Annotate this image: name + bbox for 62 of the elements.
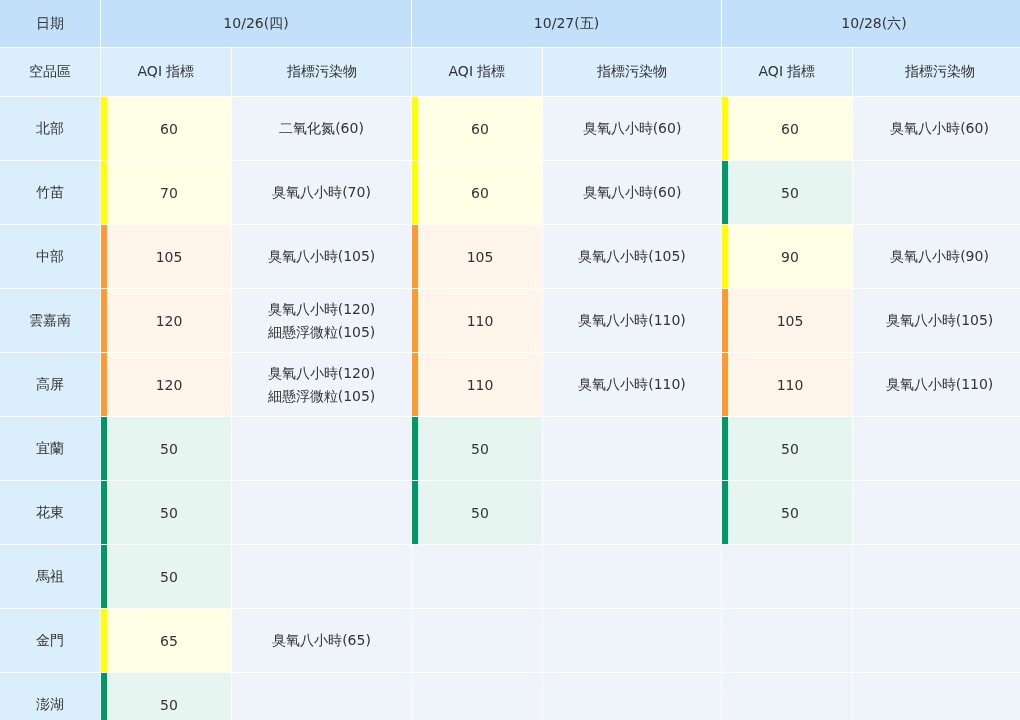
column-header: 指標污染物 [853, 48, 1020, 96]
column-header: AQI 指標 [412, 48, 542, 96]
pollutant-text: 臭氧八小時(70) [272, 183, 371, 202]
column-header: 指標污染物 [543, 48, 721, 96]
row-header: 馬祖 [0, 545, 100, 608]
pollutant-text: 臭氧八小時(110) [578, 311, 686, 330]
aqi-value: 50 [780, 504, 800, 521]
column-header: AQI 指標 [722, 48, 852, 96]
aqi-value: 60 [470, 184, 490, 201]
row-header: 金門 [0, 609, 100, 672]
aqi-value: 50 [159, 568, 179, 585]
aqi-value: 90 [780, 248, 800, 265]
aqi-value: 65 [159, 632, 179, 649]
pollutant-text: 臭氧八小時(120) [267, 364, 376, 383]
pollutant-text: 臭氧八小時(60) [890, 119, 989, 138]
aqi-value: 60 [159, 120, 179, 137]
aqi-value: 60 [780, 120, 800, 137]
aqi-value: 105 [154, 248, 184, 265]
aqi-value: 120 [154, 376, 184, 393]
pollutant-text: 臭氧八小時(120) [267, 300, 376, 319]
row-header: 宜蘭 [0, 417, 100, 480]
aqi-value: 50 [159, 504, 179, 521]
column-header: 10/26(四) [101, 0, 411, 47]
column-header: 10/27(五) [412, 0, 721, 47]
pollutant-text: 臭氧八小時(65) [272, 631, 371, 650]
column-header: 空品區 [0, 48, 100, 96]
pollutant-text: 臭氧八小時(105) [578, 247, 686, 266]
aqi-value: 50 [780, 440, 800, 457]
pollutant-text: 二氧化氮(60) [279, 119, 364, 138]
aqi-value: 110 [465, 376, 495, 393]
column-header: AQI 指標 [101, 48, 231, 96]
row-header: 北部 [0, 97, 100, 160]
aqi-value: 120 [154, 312, 184, 329]
aqi-value: 50 [159, 440, 179, 457]
aqi-value: 110 [465, 312, 495, 329]
pollutant-text: 臭氧八小時(105) [267, 247, 376, 266]
pollutant-text: 臭氧八小時(105) [885, 311, 994, 330]
aqi-value: 110 [775, 376, 805, 393]
aqi-value: 50 [470, 440, 490, 457]
aqi-value: 60 [470, 120, 490, 137]
aqi-value: 50 [470, 504, 490, 521]
pollutant-text: 臭氧八小時(60) [582, 119, 682, 138]
pollutant-text: 臭氧八小時(110) [578, 375, 686, 394]
pollutant-text: 臭氧八小時(110) [885, 375, 994, 394]
aqi-value: 70 [159, 184, 179, 201]
column-header: 指標污染物 [232, 48, 411, 96]
row-header: 高屏 [0, 353, 100, 416]
pollutant-text: 細懸浮微粒(105) [267, 386, 376, 405]
pollutant-text: 臭氧八小時(60) [582, 183, 682, 202]
column-header: 日期 [0, 0, 100, 47]
row-header: 澎湖 [0, 673, 100, 720]
row-header: 雲嘉南 [0, 289, 100, 352]
aqi-value: 105 [775, 312, 805, 329]
aqi-value: 105 [465, 248, 495, 265]
column-header: 10/28(六) [722, 0, 1020, 47]
row-header: 中部 [0, 225, 100, 288]
aqi-value: 50 [780, 184, 800, 201]
aqi-value: 50 [159, 696, 179, 713]
pollutant-text: 細懸浮微粒(105) [267, 322, 376, 341]
pollutant-text: 臭氧八小時(90) [890, 247, 989, 266]
row-header: 竹苗 [0, 161, 100, 224]
row-header: 花東 [0, 481, 100, 544]
